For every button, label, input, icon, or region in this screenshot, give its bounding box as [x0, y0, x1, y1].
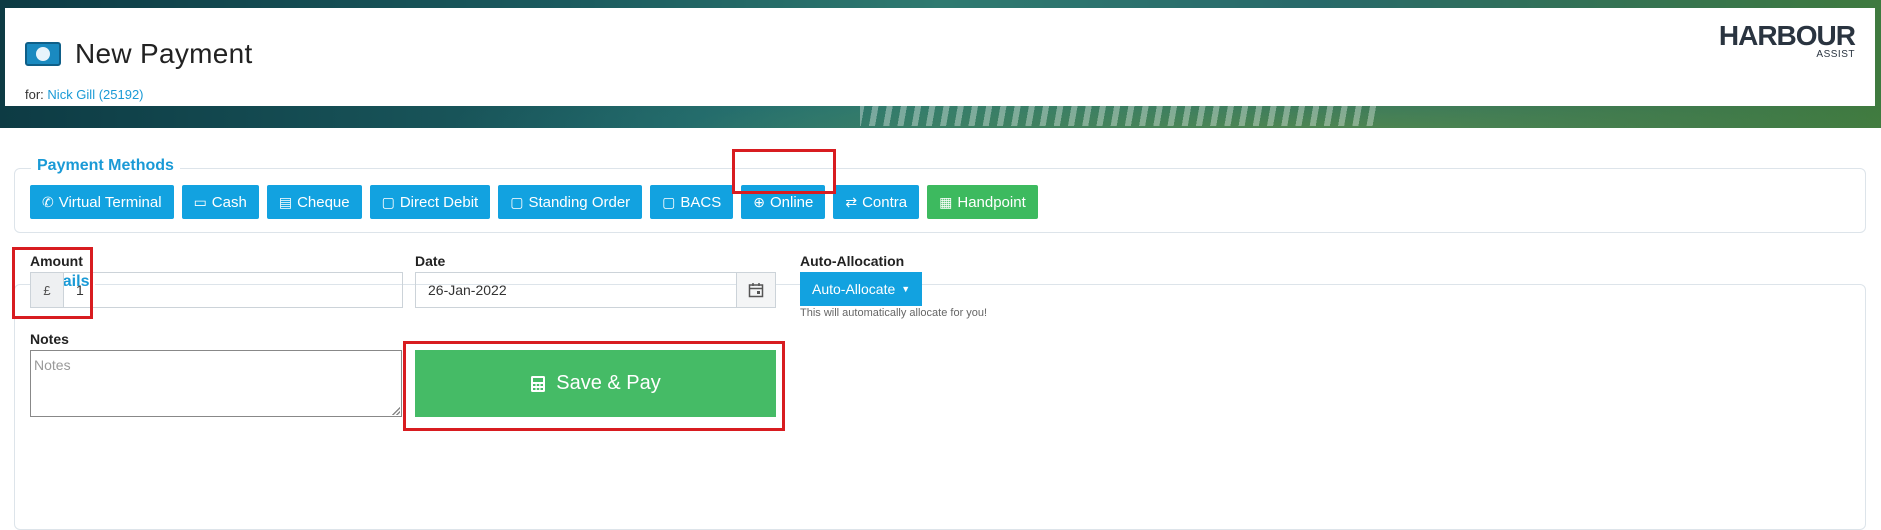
save-and-pay-label: Save & Pay [556, 372, 661, 394]
save-and-pay-button[interactable]: Save & Pay [415, 350, 776, 417]
amount-input-group: £ 1 [30, 272, 403, 308]
cash-icon [25, 42, 61, 66]
date-label: Date [415, 253, 446, 269]
calendar-picker-button[interactable] [736, 273, 775, 307]
amount-input[interactable]: 1 [64, 273, 402, 307]
cash-label: Cash [211, 193, 247, 211]
notes-placeholder: Notes [34, 357, 71, 373]
main-content: Payment Methods ✆ Virtual Terminal ▭ Cas… [5, 128, 1868, 530]
amount-label: Amount [30, 253, 83, 269]
calendar-icon: ▢ [662, 193, 676, 210]
virtual-terminal-button[interactable]: ✆ Virtual Terminal [30, 185, 174, 219]
customer-link[interactable]: Nick Gill (25192) [47, 87, 143, 102]
payment-methods-legend: Payment Methods [31, 157, 180, 175]
resize-handle[interactable] [392, 407, 400, 415]
cheque-label: Cheque [297, 193, 350, 211]
money-icon: ▭ [193, 193, 207, 210]
calendar-icon [748, 283, 764, 298]
calculator-icon: ▦ [939, 193, 953, 210]
calculator-icon [531, 375, 546, 392]
contra-button[interactable]: ⇄ Contra [833, 185, 920, 219]
standing-order-label: Standing Order [528, 193, 631, 211]
date-input[interactable]: 26-Jan-2022 [416, 273, 736, 307]
cheque-button[interactable]: ▤ Cheque [266, 185, 362, 219]
auto-allocation-label: Auto-Allocation [800, 253, 905, 269]
customer-line: for: Nick Gill (25192) [25, 87, 144, 102]
standing-order-button[interactable]: ▢ Standing Order [498, 185, 643, 219]
notes-label: Notes [30, 331, 69, 347]
contra-label: Contra [862, 193, 908, 211]
auto-allocate-help: This will automatically allocate for you… [800, 307, 988, 319]
direct-debit-button[interactable]: ▢ Direct Debit [369, 185, 491, 219]
handpoint-label: Handpoint [957, 193, 1026, 211]
calendar-icon: ▢ [381, 193, 395, 210]
auto-allocate-dropdown[interactable]: Auto-Allocate ▼ [800, 272, 923, 306]
notes-textarea[interactable]: Notes [30, 350, 402, 417]
bacs-button[interactable]: ▢ BACS [650, 185, 734, 219]
cash-button[interactable]: ▭ Cash [181, 185, 259, 219]
currency-addon: £ [31, 273, 64, 307]
harbour-assist-logo: HARBOUR ASSIST [1718, 20, 1856, 61]
payment-methods-fieldset: Payment Methods ✆ Virtual Terminal ▭ Cas… [14, 157, 1866, 233]
caret-down-icon: ▼ [901, 284, 911, 294]
bacs-label: BACS [680, 193, 722, 211]
direct-debit-label: Direct Debit [399, 193, 479, 211]
page-header: New Payment for: Nick Gill (25192) HARBO… [5, 8, 1875, 106]
online-button[interactable]: ⊕ Online [741, 185, 826, 219]
exchange-icon: ⇄ [845, 193, 858, 210]
logo-main: HARBOUR [1718, 20, 1856, 51]
date-input-group: 26-Jan-2022 [415, 272, 776, 308]
auto-allocate-label: Auto-Allocate [812, 281, 896, 297]
globe-icon: ⊕ [753, 193, 765, 210]
page-title-text: New Payment [75, 38, 253, 69]
handpoint-button[interactable]: ▦ Handpoint [927, 185, 1038, 219]
payment-method-buttons: ✆ Virtual Terminal ▭ Cash ▤ Cheque ▢ Dir… [30, 185, 1038, 219]
for-prefix: for: [25, 87, 44, 102]
virtual-terminal-label: Virtual Terminal [58, 193, 162, 211]
online-label: Online [770, 193, 814, 211]
calendar-icon: ▢ [510, 193, 524, 210]
phone-icon: ✆ [42, 193, 54, 210]
cheque-icon: ▤ [278, 193, 293, 210]
page-title: New Payment [25, 38, 253, 70]
